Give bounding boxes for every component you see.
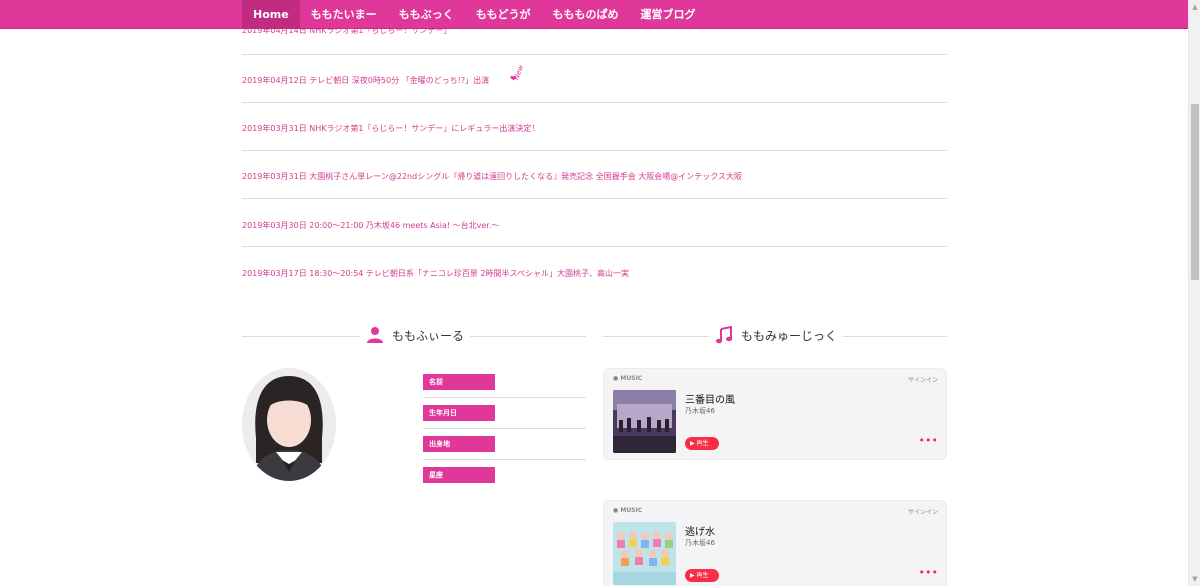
news-item: 2019年03月17日 18:30〜20:54 テレビ朝日系「ナニコレ珍百景 2… bbox=[242, 247, 947, 295]
apple-icon: ● bbox=[613, 375, 619, 382]
new-badge: New bbox=[512, 63, 526, 81]
nav-staff-blog[interactable]: 運営ブログ bbox=[629, 0, 706, 29]
scroll-down-arrow-icon[interactable]: ▼ bbox=[1189, 572, 1200, 586]
nav-momobook[interactable]: ももぶっく bbox=[388, 0, 465, 29]
play-label: 再生 bbox=[696, 440, 709, 447]
album-art[interactable] bbox=[613, 522, 676, 585]
track-title: 逃げ水 bbox=[685, 527, 715, 538]
profile-row-sign: 星座 bbox=[423, 463, 586, 491]
nav-momotimer[interactable]: ももたいまー bbox=[300, 0, 388, 29]
play-label: 再生 bbox=[696, 572, 709, 579]
profile-row-hometown: 出身地 bbox=[423, 432, 586, 460]
music-section-header: ももみゅーじっく bbox=[603, 326, 947, 346]
profile-row-birthday: 生年月日 bbox=[423, 401, 586, 429]
signin-link[interactable]: サインイン bbox=[908, 507, 938, 516]
news-link[interactable]: 2019年04月12日 テレビ朝日 深夜0時50分 「金曜のどっち!?」出演 bbox=[242, 75, 489, 86]
profile-title-text: ももふぃーる bbox=[392, 328, 465, 343]
music-note-icon bbox=[716, 326, 732, 344]
vertical-scrollbar[interactable]: ▲ ▼ bbox=[1188, 0, 1200, 586]
brand-text: MUSIC bbox=[620, 507, 643, 514]
play-button[interactable]: ▶ 再生 bbox=[685, 569, 719, 582]
profile-section-header: ももふぃーる bbox=[242, 326, 586, 346]
more-icon[interactable]: ••• bbox=[919, 567, 938, 578]
profile-label: 生年月日 bbox=[423, 405, 495, 421]
portrait-image bbox=[242, 368, 336, 481]
play-button[interactable]: ▶ 再生 bbox=[685, 437, 719, 450]
main-nav: Home ももたいまー ももぶっく ももどうが ももものぱめ 運営ブログ bbox=[242, 0, 706, 29]
person-icon bbox=[367, 327, 383, 343]
apple-icon: ● bbox=[613, 507, 619, 514]
nav-momovideo[interactable]: ももどうが bbox=[465, 0, 542, 29]
profile-row-name: 名前 bbox=[423, 370, 586, 398]
scroll-up-arrow-icon[interactable]: ▲ bbox=[1189, 0, 1200, 14]
track-artist: 乃木坂46 bbox=[685, 407, 715, 415]
news-link[interactable]: 2019年03月31日 大園桃子さん単レーン@22ndシングル『帰り道は遠回りし… bbox=[242, 171, 742, 182]
profile-section-title: ももふぃーる bbox=[360, 326, 471, 344]
top-nav-bar: Home ももたいまー ももぶっく ももどうが ももものぱめ 運営ブログ bbox=[0, 0, 1188, 29]
track-artist: 乃木坂46 bbox=[685, 539, 715, 547]
news-link[interactable]: 2019年03月31日 NHKラジオ第1「らじらー！サンデー」にレギュラー出演決… bbox=[242, 123, 539, 134]
news-item: 2019年03月31日 NHKラジオ第1「らじらー！サンデー」にレギュラー出演決… bbox=[242, 103, 947, 151]
more-icon[interactable]: ••• bbox=[919, 435, 938, 446]
profile-avatar bbox=[242, 368, 336, 481]
scroll-thumb[interactable] bbox=[1191, 104, 1199, 280]
album-cover bbox=[613, 522, 676, 585]
music-card[interactable]: ● MUSIC サインイン 逃げ水 乃木坂46 ▶ 再生 ••• bbox=[603, 500, 947, 586]
profile-label: 出身地 bbox=[423, 436, 495, 452]
news-link[interactable]: 2019年03月30日 20:00〜21:00 乃木坂46 meets Asia… bbox=[242, 220, 499, 231]
news-item: 2019年04月12日 テレビ朝日 深夜0時50分 「金曜のどっち!?」出演 ❤… bbox=[242, 55, 947, 103]
nav-home[interactable]: Home bbox=[242, 0, 300, 29]
brand-text: MUSIC bbox=[620, 375, 643, 382]
profile-label: 星座 bbox=[423, 467, 495, 483]
album-cover bbox=[613, 390, 676, 453]
track-title: 三番目の風 bbox=[685, 395, 735, 406]
music-section-title: ももみゅーじっく bbox=[709, 326, 844, 344]
news-item: 2019年03月31日 大園桃子さん単レーン@22ndシングル『帰り道は遠回りし… bbox=[242, 151, 947, 199]
music-title-text: ももみゅーじっく bbox=[741, 328, 838, 343]
apple-music-brand: ● MUSIC bbox=[613, 375, 642, 382]
music-card[interactable]: ● MUSIC サインイン 三番目の風 乃木坂46 ▶ 再生 ••• bbox=[603, 368, 947, 460]
nav-momopame[interactable]: ももものぱめ bbox=[541, 0, 629, 29]
news-item: 2019年03月30日 20:00〜21:00 乃木坂46 meets Asia… bbox=[242, 199, 947, 247]
signin-link[interactable]: サインイン bbox=[908, 375, 938, 384]
album-art[interactable] bbox=[613, 390, 676, 453]
news-link[interactable]: 2019年03月17日 18:30〜20:54 テレビ朝日系「ナニコレ珍百景 2… bbox=[242, 268, 629, 279]
profile-label: 名前 bbox=[423, 374, 495, 390]
apple-music-brand: ● MUSIC bbox=[613, 507, 642, 514]
page: Home ももたいまー ももぶっく ももどうが ももものぱめ 運営ブログ 201… bbox=[0, 0, 1200, 586]
